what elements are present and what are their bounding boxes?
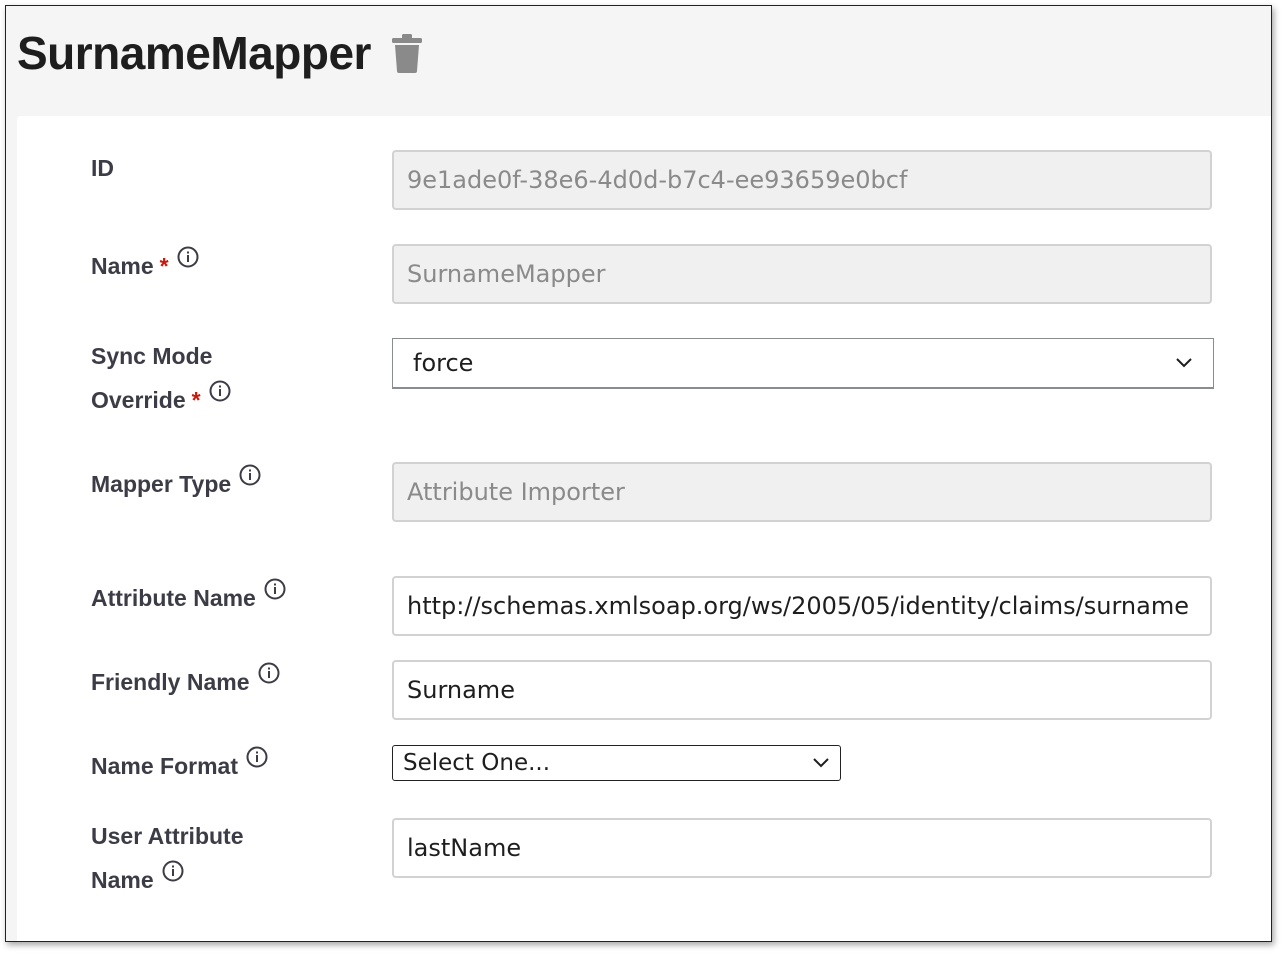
info-icon[interactable]: [239, 464, 261, 486]
mapper-type-label-text: Mapper Type: [91, 471, 232, 497]
user-attribute-name-label: User Attribute Name: [91, 814, 244, 902]
attribute-name-label-text: Attribute Name: [91, 585, 256, 611]
name-label: Name *: [91, 244, 199, 288]
name-format-label: Name Format: [91, 744, 268, 788]
name-label-text: Name: [91, 253, 154, 279]
form-card: ID 9e1ade0f-38e6-4d0d-b7c4-ee93659e0bcf …: [17, 116, 1271, 941]
sync-mode-label: Sync Mode Override *: [91, 334, 231, 422]
required-marker: *: [159, 253, 169, 279]
friendly-name-input[interactable]: Surname: [392, 660, 1212, 720]
mapper-type-label: Mapper Type: [91, 462, 261, 506]
sync-mode-label-line2: Override *: [91, 378, 231, 422]
user-attribute-name-label-line2: Name: [91, 858, 244, 902]
user-attribute-name-label-line1: User Attribute: [91, 823, 244, 849]
friendly-name-label: Friendly Name: [91, 660, 280, 704]
user-attribute-name-input[interactable]: lastName: [392, 818, 1212, 878]
trash-icon[interactable]: [391, 33, 423, 73]
chevron-down-icon: [813, 758, 829, 768]
friendly-name-label-text: Friendly Name: [91, 669, 250, 695]
mapper-details-panel: SurnameMapper ID 9e1ade0f-38e6-4d0d-b7c4…: [5, 5, 1272, 942]
info-icon[interactable]: [162, 860, 184, 882]
name-field[interactable]: SurnameMapper: [392, 244, 1212, 304]
info-icon[interactable]: [258, 662, 280, 684]
name-format-value: Select One...: [403, 750, 551, 776]
required-marker: *: [191, 387, 201, 413]
user-attribute-name-label-line2-text: Name: [91, 867, 154, 893]
name-format-select[interactable]: Select One...: [392, 745, 841, 781]
info-icon[interactable]: [177, 246, 199, 268]
id-label: ID: [91, 146, 114, 190]
id-label-text: ID: [91, 155, 114, 181]
info-icon[interactable]: [246, 746, 268, 768]
page-header: SurnameMapper: [17, 20, 423, 86]
name-format-label-text: Name Format: [91, 753, 238, 779]
sync-mode-label-line1: Sync Mode: [91, 343, 213, 369]
chevron-down-icon: [1176, 358, 1192, 368]
page-title: SurnameMapper: [17, 27, 371, 79]
sync-mode-value: force: [413, 349, 474, 377]
mapper-type-field[interactable]: Attribute Importer: [392, 462, 1212, 522]
info-icon[interactable]: [264, 578, 286, 600]
info-icon[interactable]: [209, 380, 231, 402]
sync-mode-label-line2-text: Override: [91, 387, 186, 413]
attribute-name-input[interactable]: http://schemas.xmlsoap.org/ws/2005/05/id…: [392, 576, 1212, 636]
attribute-name-label: Attribute Name: [91, 576, 286, 620]
sync-mode-select[interactable]: force: [392, 338, 1214, 389]
id-field[interactable]: 9e1ade0f-38e6-4d0d-b7c4-ee93659e0bcf: [392, 150, 1212, 210]
